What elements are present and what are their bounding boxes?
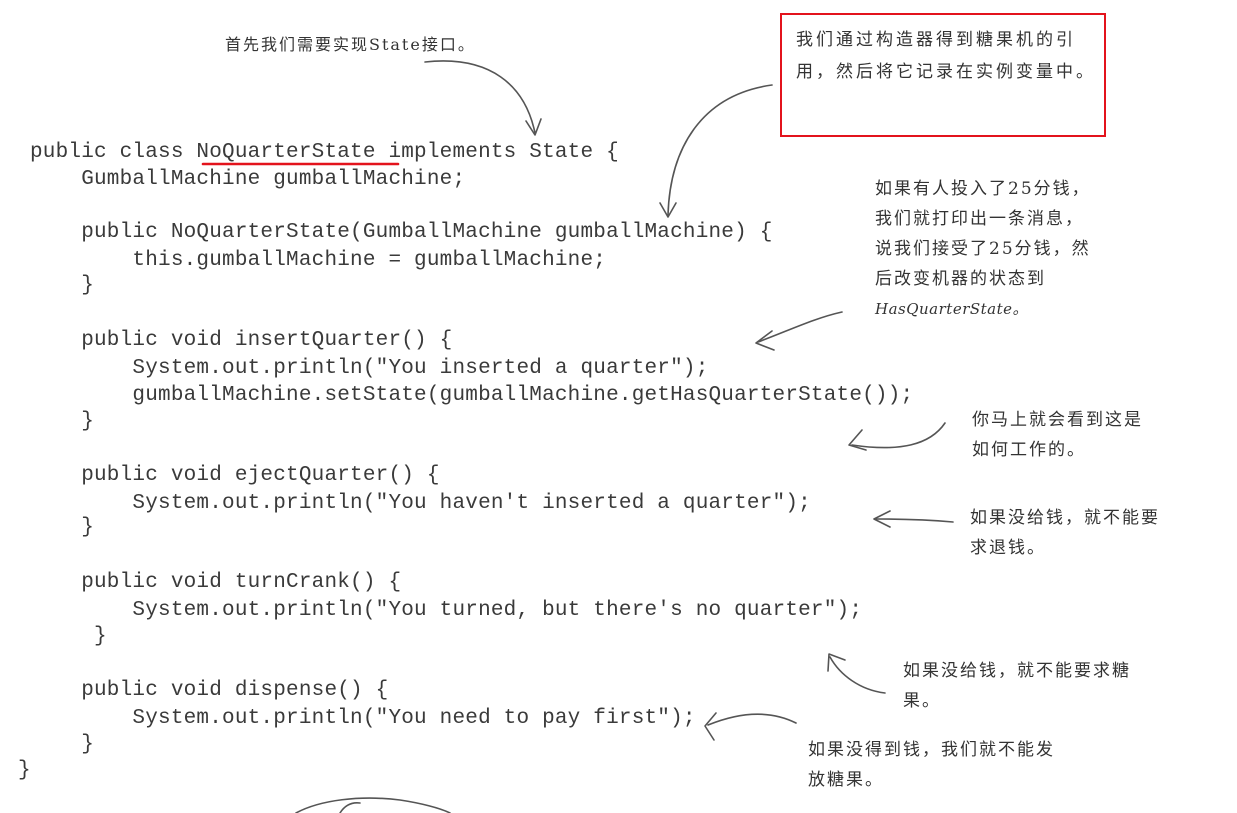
bottom-sketch xyxy=(339,802,361,813)
arrow-head xyxy=(704,712,717,741)
arrow-to-dispense xyxy=(707,713,797,726)
arrow-head xyxy=(755,330,775,351)
arrow-to-constructor xyxy=(667,84,773,216)
arrow-to-insert-quarter xyxy=(757,311,843,343)
arrow-to-set-state xyxy=(851,422,946,449)
arrow-to-turn-crank xyxy=(829,656,886,694)
annotation-arrows xyxy=(201,60,954,813)
arrow-to-state xyxy=(424,60,536,134)
bottom-sketch xyxy=(295,797,451,813)
arrow-to-eject-quarter xyxy=(875,518,954,523)
